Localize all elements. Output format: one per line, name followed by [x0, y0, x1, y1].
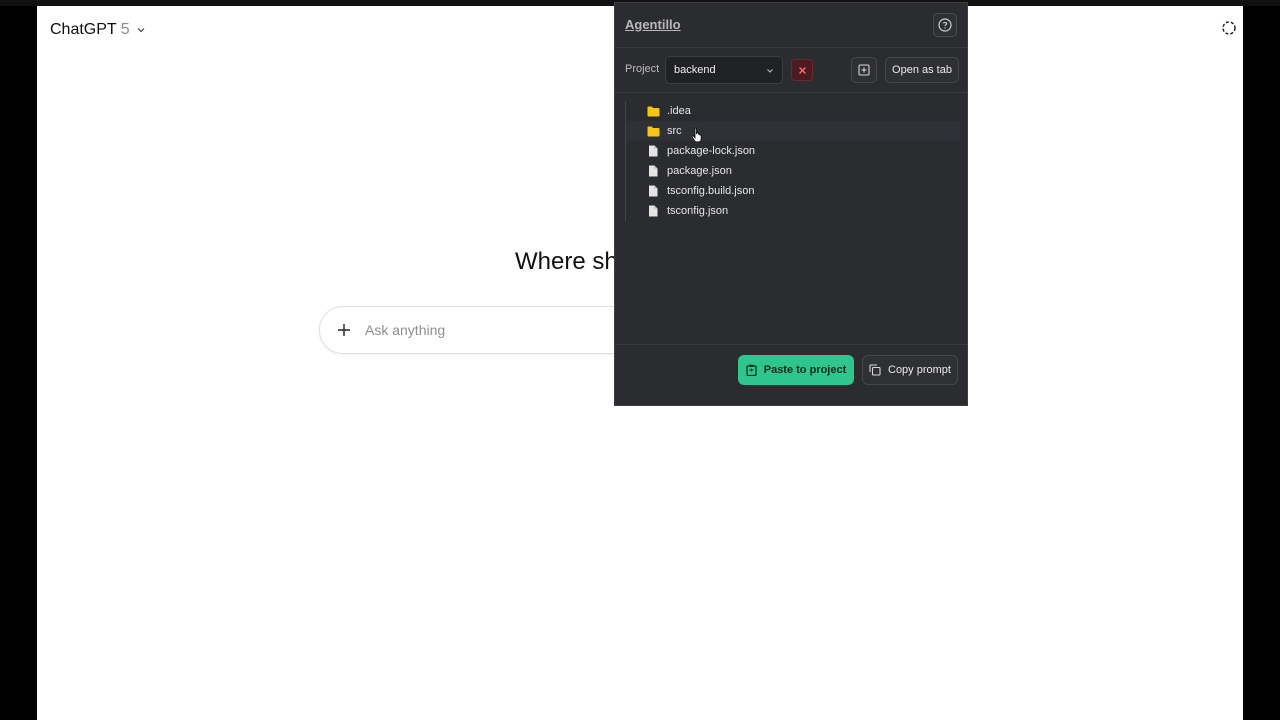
file-icon [646, 204, 660, 218]
agentillo-panel: Agentillo Project backend Open as tab .i… [614, 2, 968, 406]
folder-icon [646, 104, 660, 118]
panel-footer: Paste to project Copy prompt [615, 344, 967, 406]
file-icon [646, 164, 660, 178]
project-select-value: backend [674, 64, 716, 76]
plus-square-icon [858, 64, 870, 76]
folder-icon [646, 124, 660, 138]
open-as-tab-button[interactable]: Open as tab [885, 57, 959, 83]
tree-file-item[interactable]: package.json [626, 161, 960, 181]
page-heading: Where sh [515, 248, 618, 275]
tree-file-item[interactable]: tsconfig.json [626, 201, 960, 221]
paste-label: Paste to project [763, 364, 847, 376]
clear-project-button[interactable] [791, 59, 813, 81]
plus-icon[interactable] [335, 321, 353, 339]
tree-item-label: tsconfig.build.json [667, 185, 755, 197]
project-label: Project [625, 63, 660, 75]
file-icon [646, 144, 660, 158]
copy-prompt-button[interactable]: Copy prompt [862, 355, 958, 385]
chevron-down-icon [137, 28, 145, 33]
hand-cursor-icon [691, 127, 702, 143]
panel-header: Agentillo [615, 3, 967, 48]
chevron-down-icon [767, 69, 773, 73]
temporary-chat-icon[interactable] [1221, 20, 1237, 36]
tree-item-label: src [667, 125, 682, 137]
file-tree: .idea src package-lock.json package.json tsc… [625, 101, 960, 221]
tree-folder-item[interactable]: .idea [626, 101, 960, 121]
tree-item-label: package-lock.json [667, 145, 756, 157]
clipboard-icon [746, 364, 757, 376]
project-select[interactable]: backend [665, 56, 783, 84]
new-file-button[interactable] [851, 57, 877, 83]
ask-input[interactable] [363, 321, 607, 339]
model-selector[interactable]: ChatGPT 5 [50, 20, 146, 40]
tree-item-label: .idea [667, 105, 691, 117]
model-version: 5 [120, 21, 130, 38]
help-circle-icon [938, 18, 952, 32]
paste-to-project-button[interactable]: Paste to project [738, 355, 854, 385]
model-name: ChatGPT [50, 21, 117, 38]
close-icon [798, 66, 806, 74]
help-button[interactable] [933, 13, 957, 37]
project-row: Project backend Open as tab [615, 48, 967, 93]
tree-folder-item[interactable]: src [626, 121, 960, 141]
file-icon [646, 184, 660, 198]
copy-icon [869, 364, 881, 376]
panel-title[interactable]: Agentillo [625, 17, 681, 32]
copy-label: Copy prompt [888, 364, 951, 376]
tree-file-item[interactable]: tsconfig.build.json [626, 181, 960, 201]
tree-item-label: package.json [667, 165, 732, 177]
tree-item-label: tsconfig.json [667, 205, 729, 217]
tree-file-item[interactable]: package-lock.json [626, 141, 960, 161]
